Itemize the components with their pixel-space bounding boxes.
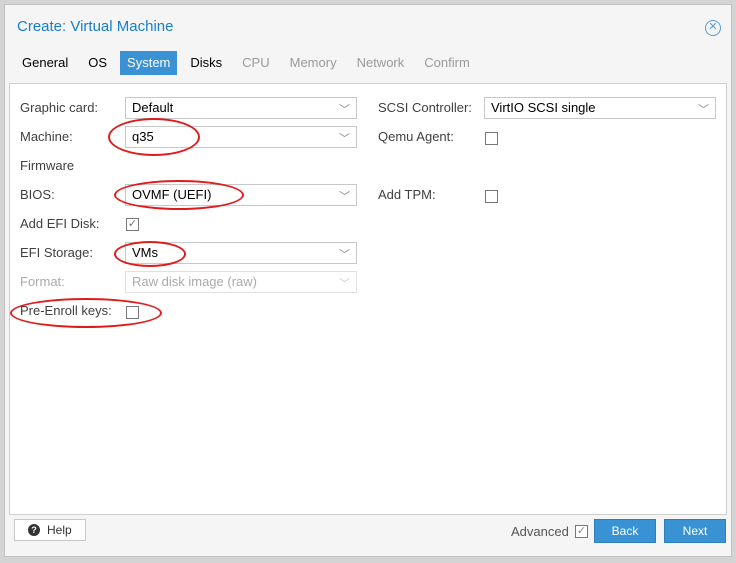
tab-memory: Memory <box>289 55 337 70</box>
scsi-controller-value: VirtIO SCSI single <box>491 100 596 115</box>
add-efi-disk-checkbox[interactable]: ✓ <box>126 218 139 231</box>
efi-storage-select[interactable]: VMs ﹀ <box>125 242 357 264</box>
dialog-footer: ? Help Advanced ✓ Back Next <box>5 515 731 557</box>
system-panel: Graphic card: Default ﹀ Machine: q35 ﹀ F… <box>9 83 727 515</box>
advanced-checkbox[interactable]: ✓ <box>575 525 588 538</box>
window-title: Create: Virtual Machine <box>17 18 174 35</box>
close-icon[interactable]: ✕ <box>705 20 721 36</box>
qemu-agent-label: Qemu Agent: <box>378 129 454 144</box>
qemu-agent-checkbox[interactable] <box>485 132 498 145</box>
tab-general[interactable]: General <box>15 51 75 75</box>
scsi-controller-label: SCSI Controller: <box>378 100 472 115</box>
format-value: Raw disk image (raw) <box>132 274 257 289</box>
machine-value: q35 <box>132 129 154 144</box>
bios-select[interactable]: OVMF (UEFI) ﹀ <box>125 184 357 206</box>
machine-label: Machine: <box>20 129 73 144</box>
help-label: Help <box>47 523 72 537</box>
add-tpm-checkbox[interactable] <box>485 190 498 203</box>
bios-label: BIOS: <box>20 187 55 202</box>
efi-storage-label: EFI Storage: <box>20 245 93 260</box>
add-tpm-label: Add TPM: <box>378 187 436 202</box>
chevron-down-icon: ﹀ <box>698 104 709 116</box>
tab-cpu: CPU <box>242 55 270 70</box>
machine-select[interactable]: q35 ﹀ <box>125 126 357 148</box>
graphic-card-value: Default <box>132 100 174 115</box>
tab-confirm: Confirm <box>424 55 470 70</box>
chevron-down-icon: ﹀ <box>339 191 350 203</box>
pre-enroll-keys-label: Pre-Enroll keys: <box>20 303 112 318</box>
tab-os[interactable]: OS <box>81 51 114 75</box>
back-button[interactable]: Back <box>594 519 656 543</box>
create-vm-dialog: Create: Virtual Machine ✕ General OS Sys… <box>4 4 732 557</box>
help-button[interactable]: ? Help <box>14 519 86 541</box>
firmware-heading: Firmware <box>20 158 75 173</box>
tab-network: Network <box>356 55 405 70</box>
next-button[interactable]: Next <box>664 519 726 543</box>
chevron-down-icon: ﹀ <box>339 133 350 145</box>
chevron-down-icon: ﹀ <box>339 104 350 116</box>
format-label: Format: <box>20 274 65 289</box>
add-efi-disk-label: Add EFI Disk: <box>20 216 100 231</box>
help-icon: ? <box>28 524 40 536</box>
chevron-down-icon: ﹀ <box>339 249 350 261</box>
tab-disks[interactable]: Disks <box>183 51 229 75</box>
format-select: Raw disk image (raw) ﹀ <box>125 271 357 293</box>
efi-storage-value: VMs <box>132 245 158 260</box>
scsi-controller-select[interactable]: VirtIO SCSI single ﹀ <box>484 97 716 119</box>
tab-bar: General OS System Disks CPU Memory Netwo… <box>15 51 483 77</box>
titlebar: Create: Virtual Machine ✕ <box>5 5 731 47</box>
graphic-card-select[interactable]: Default ﹀ <box>125 97 357 119</box>
tab-system[interactable]: System <box>120 51 178 75</box>
advanced-label: Advanced <box>511 524 569 539</box>
bios-value: OVMF (UEFI) <box>132 187 212 202</box>
graphic-card-label: Graphic card: <box>20 100 99 115</box>
pre-enroll-keys-checkbox[interactable] <box>126 306 139 319</box>
chevron-down-icon: ﹀ <box>339 278 350 290</box>
